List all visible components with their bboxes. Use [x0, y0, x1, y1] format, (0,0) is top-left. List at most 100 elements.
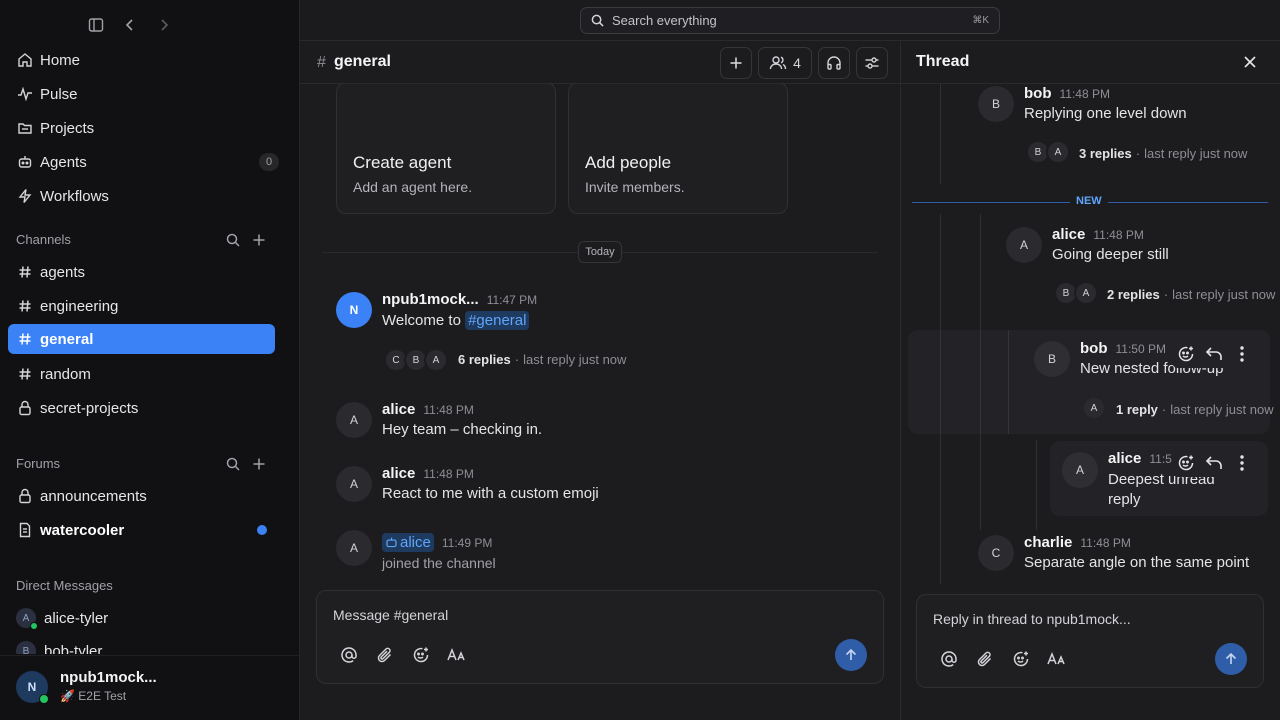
channel-item-random[interactable]: random	[8, 359, 275, 389]
send-button[interactable]	[835, 639, 867, 671]
nav-agents[interactable]: Agents	[8, 147, 275, 177]
message-author[interactable]: alice	[382, 465, 415, 482]
card-subtitle: Invite members.	[585, 179, 685, 195]
search-channels-icon[interactable]	[224, 231, 242, 249]
emoji-add-icon[interactable]	[409, 643, 433, 667]
dm-item-alice-tyler[interactable]: A alice-tyler	[8, 603, 275, 633]
reply-count: 6 replies	[458, 352, 511, 367]
nav-workflows[interactable]: Workflows	[8, 181, 275, 211]
add-reaction-icon[interactable]	[1174, 451, 1198, 475]
last-reply: last reply just now	[1172, 287, 1276, 302]
dm-item-bob-tyler[interactable]: B bob-tyler	[8, 637, 275, 654]
message-author[interactable]: charlie	[1024, 534, 1072, 551]
message-meta: charlie 11:48 PM	[1024, 534, 1131, 551]
thread-summary[interactable]: A 1 reply · last reply just now	[1080, 396, 1274, 424]
forward-arrow-icon[interactable]	[152, 13, 176, 37]
channel-item-secret-projects[interactable]: secret-projects	[8, 393, 275, 423]
agents-icon	[16, 153, 34, 171]
add-reaction-icon[interactable]	[1174, 342, 1198, 366]
back-arrow-icon[interactable]	[118, 13, 142, 37]
text-format-icon[interactable]	[445, 643, 469, 667]
channel-label: agents	[40, 263, 86, 281]
message-meta: alice 11:48 PM	[382, 401, 474, 418]
online-indicator	[30, 622, 38, 630]
hash-icon	[16, 297, 34, 315]
more-options-icon[interactable]	[1230, 342, 1254, 366]
avatar[interactable]: N	[336, 292, 372, 328]
more-options-icon[interactable]	[1230, 451, 1254, 475]
plus-icon	[730, 57, 742, 69]
card-title: Add people	[585, 153, 672, 172]
user-avatar: N	[16, 671, 49, 704]
message-author[interactable]: alice	[382, 401, 415, 418]
channel-item-agents[interactable]: agents	[8, 257, 275, 287]
huddle-button[interactable]	[818, 47, 850, 79]
forum-item-watercooler[interactable]: watercooler	[8, 515, 275, 545]
emoji-add-icon[interactable]	[1009, 647, 1033, 671]
avatar[interactable]: A	[336, 466, 372, 502]
avatar[interactable]: A	[336, 530, 372, 566]
avatar[interactable]: B	[1034, 341, 1070, 377]
channel-settings-button[interactable]	[856, 47, 888, 79]
message-author[interactable]: bob	[1024, 85, 1052, 102]
message-author[interactable]: npub1mock...	[382, 291, 479, 308]
add-channel-icon[interactable]	[250, 231, 268, 249]
member-count: 4	[793, 55, 801, 71]
toggle-sidebar-icon[interactable]	[84, 13, 108, 37]
channel-label: general	[40, 330, 94, 348]
attachment-icon[interactable]	[973, 647, 997, 671]
message-author[interactable]: bob	[1080, 340, 1108, 357]
message-author[interactable]: alice	[1052, 226, 1085, 243]
nav-home[interactable]: Home	[8, 45, 275, 75]
channel-label: engineering	[40, 297, 119, 315]
reply-icon[interactable]	[1202, 451, 1226, 475]
members-button[interactable]: 4	[758, 47, 812, 79]
nav-projects[interactable]: Projects	[8, 113, 275, 143]
avatar: A	[16, 608, 38, 630]
avatar[interactable]: A	[336, 402, 372, 438]
avatar[interactable]: B	[978, 86, 1014, 122]
channel-mention[interactable]: #general	[465, 311, 530, 330]
attachment-icon[interactable]	[373, 643, 397, 667]
create-agent-card[interactable]: Create agent Add an agent here.	[336, 82, 556, 214]
new-divider-label: NEW	[1070, 195, 1108, 207]
nav-pulse[interactable]: Pulse	[8, 79, 275, 109]
search-bar[interactable]: Search everything ⌘K	[580, 7, 1000, 34]
thread-indent-line	[1008, 330, 1009, 434]
thread-reply-input[interactable]: Reply in thread to npub1mock...	[933, 611, 1131, 627]
forum-document-icon	[16, 521, 34, 539]
text-format-icon[interactable]	[1045, 647, 1069, 671]
channel-item-engineering[interactable]: engineering	[8, 291, 275, 321]
avatar[interactable]: A	[1006, 227, 1042, 263]
forum-item-announcements[interactable]: announcements	[8, 481, 275, 511]
avatar[interactable]: C	[978, 535, 1014, 571]
thread-summary[interactable]: C B A 6 replies · last reply just now	[382, 346, 632, 374]
arrow-up-icon	[845, 648, 857, 660]
reply-icon[interactable]	[1202, 342, 1226, 366]
channel-item-general[interactable]: general	[8, 324, 275, 354]
avatar[interactable]: A	[1062, 452, 1098, 488]
thread-summary-text: 2 replies · last reply just now	[1107, 287, 1276, 302]
reply-count: 2 replies	[1107, 287, 1160, 302]
add-forum-icon[interactable]	[250, 455, 268, 473]
message-input[interactable]: Message #general	[333, 607, 448, 623]
message-author[interactable]: alice	[1108, 450, 1141, 467]
channel-hash: #	[317, 54, 326, 71]
hash-icon	[16, 365, 34, 383]
thread-summary[interactable]: B A 3 replies · last reply just now	[1024, 140, 1264, 168]
thread-summary[interactable]: B A 2 replies · last reply just now	[1052, 281, 1276, 309]
add-button[interactable]	[720, 47, 752, 79]
user-mention[interactable]: alice	[382, 533, 434, 552]
thread-indent-line	[980, 330, 981, 434]
search-forums-icon[interactable]	[224, 455, 242, 473]
search-placeholder: Search everything	[612, 13, 717, 28]
mention-icon[interactable]	[337, 643, 361, 667]
dm-label: bob-tyler	[44, 642, 103, 655]
status-emoji: 🚀	[60, 689, 75, 703]
close-icon[interactable]	[1241, 53, 1259, 71]
user-footer[interactable]: N npub1mock... 🚀 E2E Test	[0, 655, 299, 720]
add-people-card[interactable]: Add people Invite members.	[568, 82, 788, 214]
send-reply-button[interactable]	[1215, 643, 1247, 675]
forum-label: announcements	[40, 487, 147, 505]
mention-icon[interactable]	[937, 647, 961, 671]
